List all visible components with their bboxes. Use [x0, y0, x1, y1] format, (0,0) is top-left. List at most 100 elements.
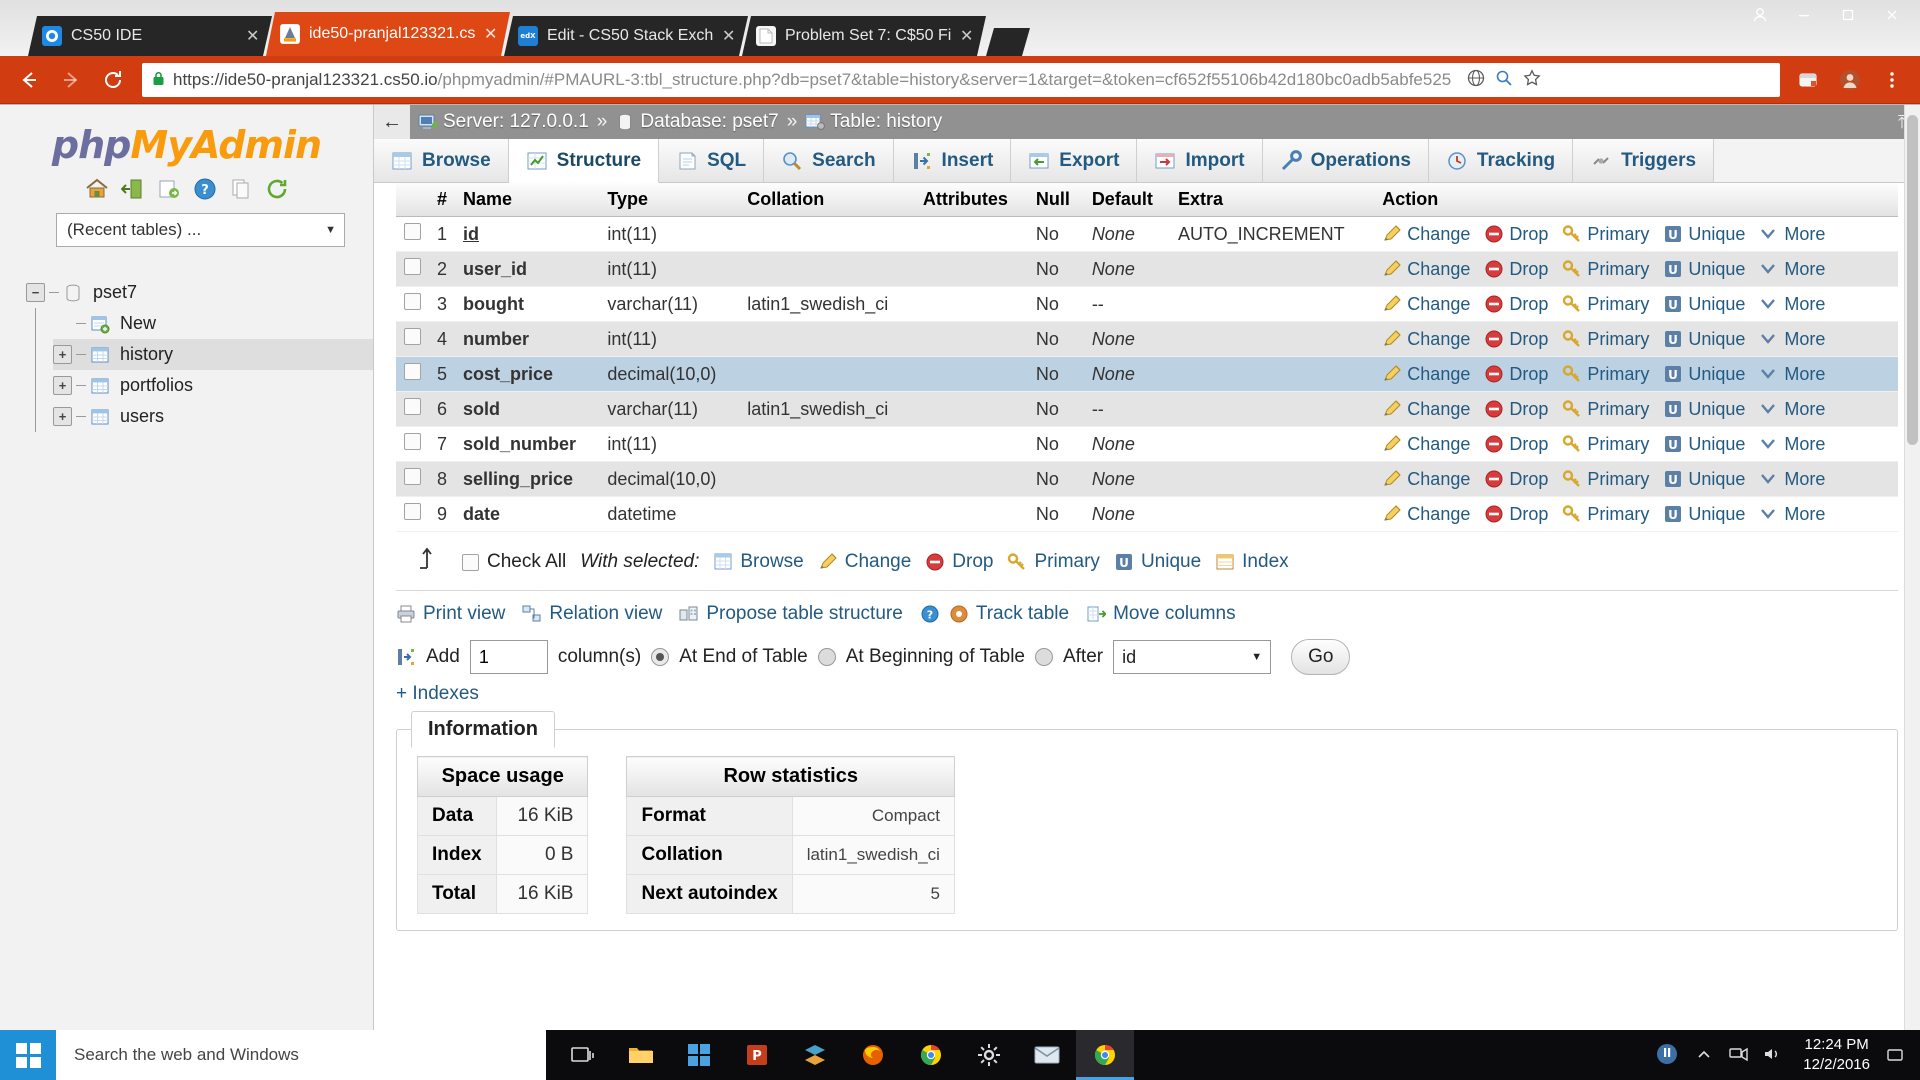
mail-icon[interactable] [1018, 1030, 1076, 1080]
close-tab-icon[interactable]: ✕ [484, 24, 500, 44]
close-tab-icon[interactable]: ✕ [722, 26, 738, 46]
column-name[interactable]: bought [455, 286, 600, 322]
drop-link[interactable]: Drop [1484, 259, 1548, 280]
browser-tab-phpmyadmin[interactable]: ide50-pranjal123321.cs50 ✕ [266, 12, 510, 56]
tab-operations[interactable]: Operations [1262, 139, 1429, 182]
profile-icon[interactable] [1832, 62, 1868, 98]
address-bar[interactable]: https://ide50-pranjal123321.cs50.io/phpm… [142, 63, 1780, 97]
with-selected-change[interactable]: Change [818, 551, 911, 573]
row-checkbox[interactable] [404, 398, 421, 415]
volume-icon[interactable] [1763, 1046, 1783, 1065]
chrome-active-icon[interactable] [1076, 1030, 1134, 1080]
tab-tracking[interactable]: Tracking [1428, 139, 1574, 182]
powerpoint-icon[interactable]: P [728, 1030, 786, 1080]
with-selected-unique[interactable]: U Unique [1114, 551, 1201, 573]
table-row[interactable]: 7 sold_number int(11) No None Change Drop Prima… [396, 426, 1898, 462]
more-link[interactable]: More [1759, 469, 1825, 490]
action-center-icon[interactable] [1884, 1035, 1906, 1075]
help-icon[interactable]: ? [920, 604, 940, 624]
tab-structure[interactable]: Structure [508, 139, 660, 183]
header-null[interactable]: Null [1027, 183, 1084, 217]
more-link[interactable]: More [1759, 434, 1825, 455]
row-checkbox[interactable] [404, 293, 421, 310]
help-icon[interactable]: ? [193, 177, 217, 201]
track-table-link[interactable]: Track table [949, 603, 1069, 625]
unique-link[interactable]: U Unique [1663, 504, 1745, 525]
row-checkbox[interactable] [404, 223, 421, 240]
primary-link[interactable]: Primary [1562, 434, 1649, 455]
drop-link[interactable]: Drop [1484, 469, 1548, 490]
row-checkbox-cell[interactable] [396, 321, 429, 357]
row-checkbox[interactable] [404, 328, 421, 345]
change-link[interactable]: Change [1382, 259, 1470, 280]
row-checkbox[interactable] [404, 433, 421, 450]
drop-link[interactable]: Drop [1484, 504, 1548, 525]
chrome-icon[interactable] [902, 1030, 960, 1080]
primary-link[interactable]: Primary [1562, 224, 1649, 245]
breadcrumb-back-button[interactable]: ← [374, 105, 410, 139]
table-row[interactable]: 1 id int(11) No None AUTO_INCREMENT Change Drop… [396, 216, 1898, 252]
table-row[interactable]: 3 bought varchar(11) latin1_swedish_ci No -- C… [396, 286, 1898, 322]
user-account-icon[interactable] [1738, 2, 1782, 28]
copy-icon[interactable] [229, 177, 253, 201]
table-row[interactable]: 2 user_id int(11) No None Change Drop Primary U U… [396, 251, 1898, 287]
breadcrumb-server[interactable]: Server: 127.0.0.1 [418, 111, 589, 133]
row-checkbox-cell[interactable] [396, 356, 429, 392]
unique-link[interactable]: U Unique [1663, 259, 1745, 280]
tree-node-users[interactable]: + users [53, 401, 373, 432]
table-row[interactable]: 4 number int(11) No None Change Drop Primary U Un… [396, 321, 1898, 357]
breadcrumb-table[interactable]: Table: history [805, 111, 942, 133]
expand-toggle-icon[interactable]: + [53, 407, 72, 426]
browser-tab-stack-exchange[interactable]: edX Edit - CS50 Stack Exchan ✕ [504, 16, 748, 56]
more-link[interactable]: More [1759, 294, 1825, 315]
recent-tables-select[interactable]: (Recent tables) ... ▼ [56, 213, 345, 247]
radio-at-beginning-of-table[interactable] [817, 648, 836, 666]
row-checkbox-cell[interactable] [396, 426, 429, 462]
sublime-icon[interactable] [786, 1030, 844, 1080]
logout-icon[interactable] [120, 177, 145, 201]
row-checkbox[interactable] [404, 468, 421, 485]
tab-browse[interactable]: Browse [374, 139, 509, 182]
move-columns-link[interactable]: Move columns [1086, 603, 1236, 625]
close-tab-icon[interactable]: ✕ [960, 26, 976, 46]
column-name[interactable]: sold [455, 391, 600, 427]
drop-link[interactable]: Drop [1484, 434, 1548, 455]
close-window-button[interactable] [1870, 2, 1914, 28]
row-checkbox-cell[interactable] [396, 461, 429, 497]
select-all-arrow-icon[interactable] [418, 546, 448, 578]
network-icon[interactable] [1729, 1046, 1749, 1065]
bookmark-star-icon[interactable] [1523, 68, 1541, 92]
column-name[interactable]: user_id [455, 251, 600, 287]
windows-start-icon[interactable] [0, 1030, 56, 1080]
row-checkbox-cell[interactable] [396, 251, 429, 287]
unique-link[interactable]: U Unique [1663, 294, 1745, 315]
reload-button[interactable] [94, 61, 132, 99]
tab-sql[interactable]: SQL [659, 139, 765, 182]
with-selected-browse[interactable]: Browse [713, 551, 804, 573]
new-tab-button[interactable] [986, 28, 1030, 56]
tab-insert[interactable]: Insert [893, 139, 1012, 182]
scrollbar-thumb[interactable] [1907, 115, 1918, 445]
tab-export[interactable]: Export [1011, 139, 1138, 182]
zoom-icon[interactable] [1495, 69, 1513, 92]
table-row[interactable]: 9 date datetime No None Change Drop Primary U Uni… [396, 496, 1898, 532]
primary-link[interactable]: Primary [1562, 294, 1649, 315]
extension-icon[interactable] [1790, 62, 1826, 98]
menu-icon[interactable] [1874, 62, 1910, 98]
tree-node-new[interactable]: New [53, 308, 373, 339]
taskbar-search-input[interactable]: Search the web and Windows [56, 1030, 546, 1080]
table-row[interactable]: 8 selling_price decimal(10,0) No None Change D… [396, 461, 1898, 497]
row-checkbox-cell[interactable] [396, 496, 429, 532]
change-link[interactable]: Change [1382, 224, 1470, 245]
unique-link[interactable]: U Unique [1663, 329, 1745, 350]
expand-toggle-icon[interactable]: + [53, 376, 72, 395]
primary-link[interactable]: Primary [1562, 364, 1649, 385]
browser-tab-problem-set[interactable]: Problem Set 7: C$50 Fina ✕ [742, 16, 986, 56]
indexes-toggle-link[interactable]: + Indexes [374, 679, 1920, 715]
primary-link[interactable]: Primary [1562, 504, 1649, 525]
change-link[interactable]: Change [1382, 504, 1470, 525]
more-link[interactable]: More [1759, 224, 1825, 245]
column-name[interactable]: number [455, 321, 600, 357]
drop-link[interactable]: Drop [1484, 399, 1548, 420]
header-name[interactable]: Name [455, 183, 600, 217]
